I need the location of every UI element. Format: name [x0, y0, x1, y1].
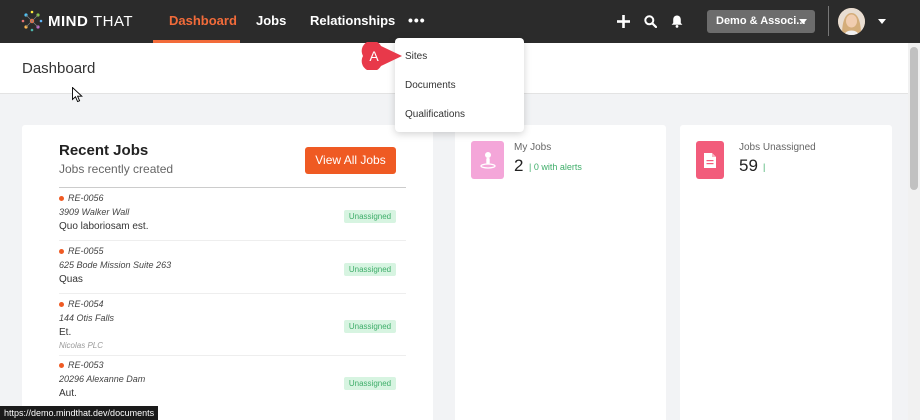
mouse-cursor-icon: [72, 87, 83, 103]
job-id-text: RE-0055: [68, 246, 104, 256]
job-name: Aut.: [59, 388, 77, 399]
annotation-marker-a: A: [361, 42, 402, 70]
job-id: RE-0054: [59, 299, 104, 309]
job-address: 20296 Alexanne Dam: [59, 374, 146, 384]
job-name: Quo laboriosam est.: [59, 221, 149, 232]
organization-select[interactable]: Demo & Associ...: [707, 10, 815, 33]
plus-icon[interactable]: [614, 12, 632, 30]
top-navbar: MIND THAT Dashboard Jobs Relationships •…: [0, 0, 920, 43]
status-dot-icon: [59, 195, 64, 201]
job-id: RE-0055: [59, 246, 104, 256]
annotation-label: A: [369, 48, 379, 64]
jobs-unassigned-extra: |: [763, 162, 766, 172]
job-name: Quas: [59, 274, 83, 285]
job-row[interactable]: RE-0055 625 Bode Mission Suite 263 Quas …: [59, 246, 406, 294]
menu-item-documents[interactable]: Documents: [405, 80, 456, 91]
status-badge: Unassigned: [344, 263, 396, 276]
job-row[interactable]: RE-0053 20296 Alexanne Dam Aut. Unassign…: [59, 360, 406, 408]
menu-item-sites[interactable]: Sites: [405, 51, 427, 62]
job-id-text: RE-0053: [68, 360, 104, 370]
nav-jobs[interactable]: Jobs: [256, 0, 286, 43]
jobs-unassigned-icon-tile: [696, 141, 724, 179]
job-organization: Nicolas PLC: [59, 341, 104, 350]
status-bar-url: https://demo.mindthat.dev/documents: [0, 406, 159, 420]
recent-jobs-card: Recent Jobs Jobs recently created View A…: [22, 125, 433, 420]
chevron-down-icon: [799, 19, 807, 24]
menu-item-qualifications[interactable]: Qualifications: [405, 109, 465, 120]
my-jobs-card[interactable]: My Jobs 2 | 0 with alerts: [455, 125, 666, 420]
view-all-jobs-button[interactable]: View All Jobs: [305, 147, 396, 174]
my-jobs-alerts[interactable]: | 0 with alerts: [529, 162, 582, 172]
logo-text: MIND THAT: [48, 13, 133, 30]
job-name: Et.: [59, 327, 72, 338]
app-logo[interactable]: MIND THAT: [20, 8, 133, 34]
nav-relationships[interactable]: Relationships: [310, 0, 395, 43]
status-badge: Unassigned: [344, 320, 396, 333]
job-id: RE-0056: [59, 193, 104, 203]
status-dot-icon: [59, 362, 64, 368]
status-dot-icon: [59, 301, 64, 307]
navbar-divider: [828, 6, 829, 36]
page-title: Dashboard: [22, 60, 96, 77]
user-avatar[interactable]: [838, 8, 865, 35]
page-scrollbar[interactable]: [908, 43, 920, 420]
more-menu-button[interactable]: •••: [408, 12, 426, 28]
scrollbar-thumb[interactable]: [910, 47, 918, 190]
logo-text-thin: THAT: [93, 12, 134, 30]
bell-icon[interactable]: [668, 12, 686, 30]
user-menu-chevron-icon[interactable]: [878, 19, 886, 24]
job-id: RE-0053: [59, 360, 104, 370]
job-row[interactable]: RE-0054 144 Otis Falls Et. Nicolas PLC U…: [59, 299, 406, 356]
jobs-unassigned-card[interactable]: Jobs Unassigned 59 |: [680, 125, 892, 420]
job-row[interactable]: RE-0056 3909 Walker Wall Quo laboriosam …: [59, 193, 406, 241]
logo-mark-icon: [21, 10, 43, 32]
recent-jobs-subtitle: Jobs recently created: [59, 162, 174, 176]
recent-jobs-title: Recent Jobs: [59, 142, 149, 159]
status-badge: Unassigned: [344, 377, 396, 390]
organization-select-value: Demo & Associ...: [716, 15, 806, 27]
divider: [59, 187, 406, 188]
job-id-text: RE-0056: [68, 193, 104, 203]
search-icon[interactable]: [641, 12, 659, 30]
my-jobs-count: 2: [514, 156, 524, 175]
status-badge: Unassigned: [344, 210, 396, 223]
logo-text-bold: MIND: [48, 12, 89, 30]
more-dropdown-menu: Sites Documents Qualifications: [395, 38, 524, 132]
job-id-text: RE-0054: [68, 299, 104, 309]
my-jobs-icon-tile: [471, 141, 504, 179]
person-pin-icon: [479, 152, 496, 169]
document-icon: [704, 152, 716, 168]
status-dot-icon: [59, 248, 64, 254]
jobs-unassigned-count: 59: [739, 156, 758, 175]
job-address: 3909 Walker Wall: [59, 207, 130, 217]
my-jobs-label: My Jobs: [514, 142, 552, 153]
job-address: 144 Otis Falls: [59, 313, 115, 323]
nav-dashboard[interactable]: Dashboard: [169, 0, 237, 43]
jobs-unassigned-label: Jobs Unassigned: [739, 142, 816, 153]
job-address: 625 Bode Mission Suite 263: [59, 260, 172, 270]
